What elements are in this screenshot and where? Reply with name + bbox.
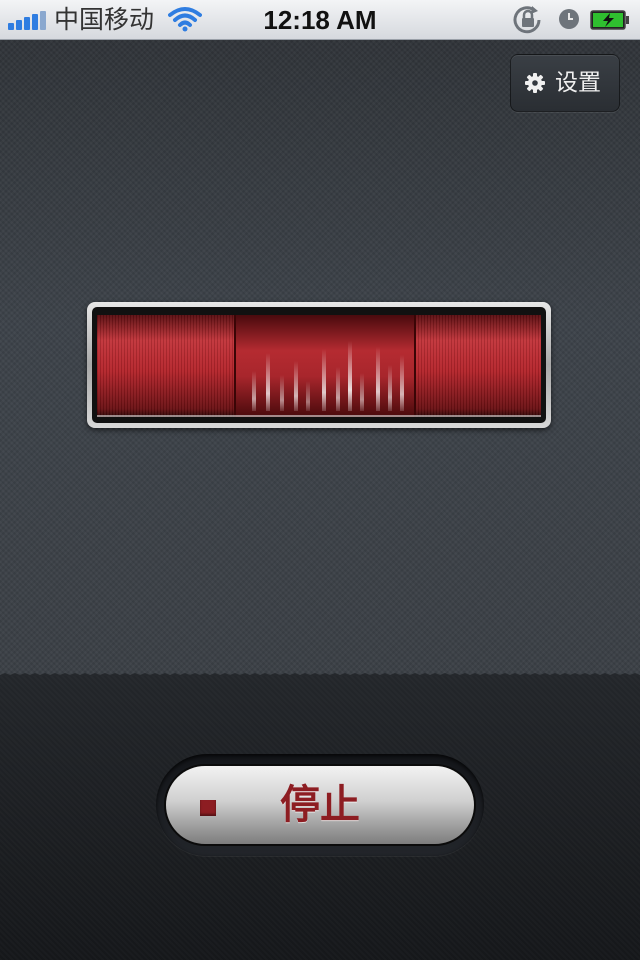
battery-charging-icon (590, 10, 629, 30)
meter-baseline (97, 415, 541, 417)
status-time: 12:18 AM (263, 5, 377, 35)
meter-window (234, 315, 416, 417)
rotation-lock-icon (513, 6, 541, 34)
status-bar: 中国移动 12:18 AM (0, 0, 640, 40)
meter-display (92, 307, 546, 423)
audio-level-meter (87, 302, 551, 428)
stop-button[interactable]: 停止 (164, 764, 476, 846)
stop-square-icon (200, 800, 216, 816)
alarm-clock-icon (559, 9, 579, 29)
gear-icon (525, 73, 545, 93)
stop-label: 停止 (280, 782, 360, 828)
settings-label: 设置 (555, 70, 601, 96)
settings-button[interactable]: 设置 (510, 54, 620, 112)
